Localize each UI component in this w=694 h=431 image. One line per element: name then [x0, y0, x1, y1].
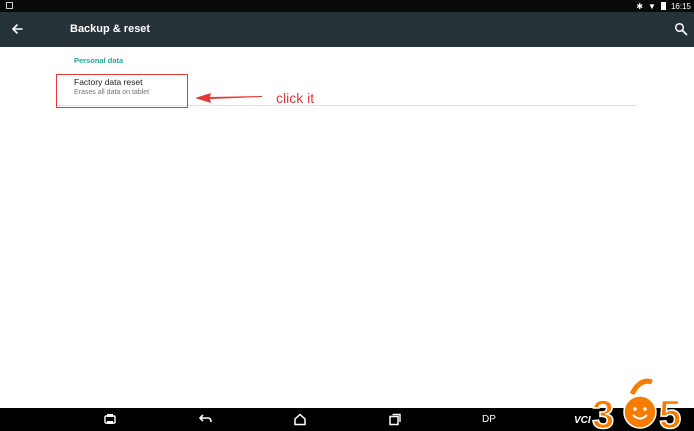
page-title: Backup & reset [70, 23, 151, 35]
battery-icon [660, 2, 666, 10]
arrow-left-icon[interactable] [9, 21, 25, 37]
recent-apps-icon[interactable] [388, 413, 402, 426]
back-icon[interactable] [199, 413, 213, 426]
action-bar: Backup & reset [0, 12, 694, 47]
dp-button[interactable]: DP [482, 414, 496, 425]
annotation-text: click it [276, 90, 315, 106]
home-icon[interactable] [293, 413, 307, 426]
section-header-personal-data: Personal data [74, 56, 124, 65]
navigation-bar: DP VCI [0, 408, 694, 431]
obd365-logo: 3 5 [592, 378, 682, 431]
search-icon[interactable] [674, 22, 688, 36]
notification-icon [6, 2, 13, 9]
red-arrow-icon [195, 93, 262, 103]
svg-text:3: 3 [592, 393, 614, 431]
vci-label: VCI [574, 415, 591, 426]
svg-text:5: 5 [659, 393, 681, 431]
status-bar: ✱ ▼ 16:15 [0, 0, 694, 12]
highlight-box [56, 74, 188, 108]
bluetooth-icon: ✱ [636, 1, 644, 11]
clock: 16:15 [670, 1, 691, 11]
wifi-icon: ▼ [648, 1, 656, 11]
screenshot-icon[interactable] [103, 413, 117, 426]
